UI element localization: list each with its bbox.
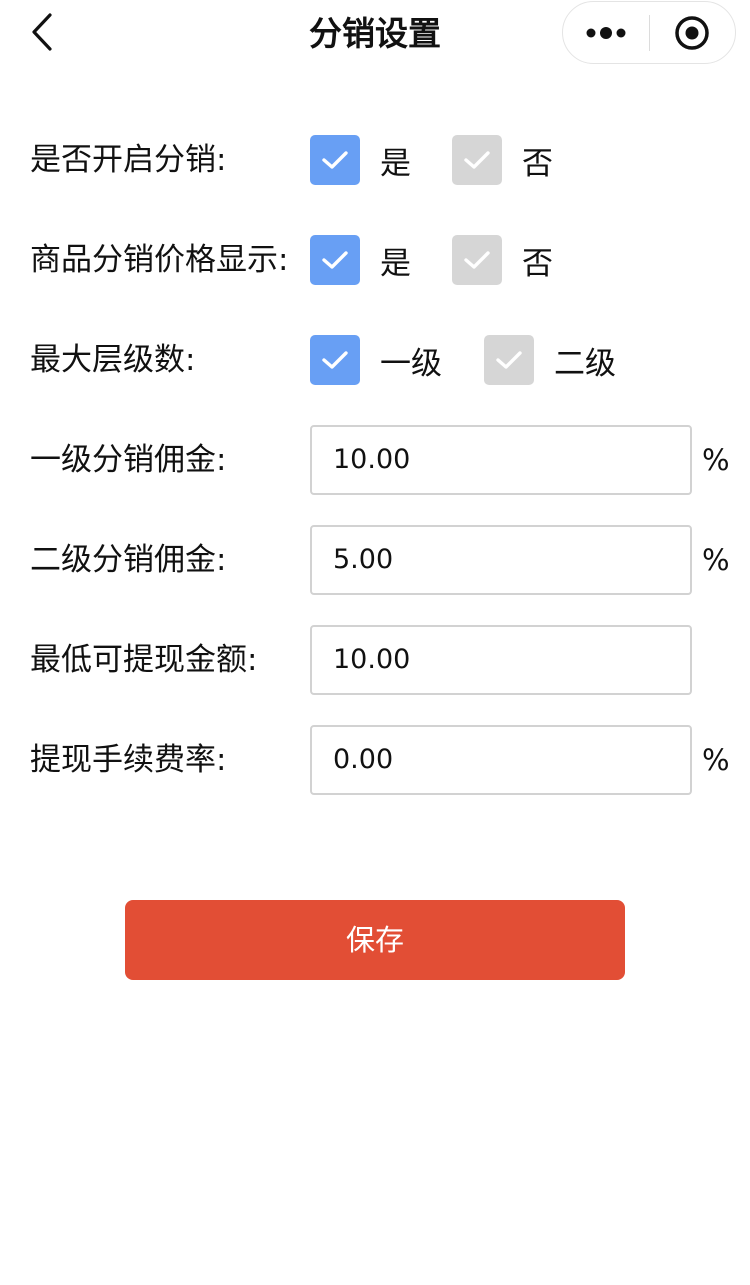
show-price-label: 商品分销价格显示: <box>30 242 289 278</box>
option-label: 是 <box>380 245 411 282</box>
close-button[interactable] <box>650 2 736 63</box>
max-level-two-option[interactable]: 二级 <box>484 325 616 395</box>
option-label: 一级 <box>380 345 442 382</box>
percent-unit: % <box>702 743 730 777</box>
checked-checkbox[interactable] <box>310 235 360 285</box>
level1-commission-row: 一级分销佣金: 10.00 % <box>0 425 750 495</box>
level1-commission-input[interactable]: 10.00 <box>310 425 692 495</box>
unchecked-checkbox[interactable] <box>452 235 502 285</box>
check-icon <box>464 151 490 169</box>
checked-checkbox[interactable] <box>310 135 360 185</box>
show-price-row: 商品分销价格显示: 是 否 <box>0 225 750 295</box>
checked-checkbox[interactable] <box>310 335 360 385</box>
withdraw-fee-input[interactable]: 0.00 <box>310 725 692 795</box>
option-label: 否 <box>522 245 553 282</box>
withdraw-fee-row: 提现手续费率: 0.00 % <box>0 725 750 795</box>
withdraw-fee-label: 提现手续费率: <box>30 742 227 778</box>
level1-commission-label: 一级分销佣金: <box>30 442 227 478</box>
mini-program-capsule <box>562 1 736 64</box>
enable-distribution-no-option[interactable]: 否 <box>452 125 553 195</box>
check-icon <box>496 351 522 369</box>
navbar: 分销设置 <box>0 0 750 66</box>
show-price-no-option[interactable]: 否 <box>452 225 553 295</box>
unchecked-checkbox[interactable] <box>484 335 534 385</box>
check-icon <box>464 251 490 269</box>
min-withdraw-row: 最低可提现金额: 10.00 <box>0 625 750 695</box>
save-button[interactable]: 保存 <box>125 900 625 980</box>
option-label: 二级 <box>554 345 616 382</box>
enable-distribution-label: 是否开启分销: <box>30 142 227 178</box>
check-icon <box>322 351 348 369</box>
enable-distribution-row: 是否开启分销: 是 否 <box>0 125 750 195</box>
max-level-label: 最大层级数: <box>30 342 196 378</box>
unchecked-checkbox[interactable] <box>452 135 502 185</box>
max-level-row: 最大层级数: 一级 二级 <box>0 325 750 395</box>
max-level-one-option[interactable]: 一级 <box>310 325 442 395</box>
level2-commission-row: 二级分销佣金: 5.00 % <box>0 525 750 595</box>
show-price-yes-option[interactable]: 是 <box>310 225 411 295</box>
level2-commission-input[interactable]: 5.00 <box>310 525 692 595</box>
check-icon <box>322 251 348 269</box>
more-button[interactable] <box>563 2 649 63</box>
min-withdraw-input[interactable]: 10.00 <box>310 625 692 695</box>
percent-unit: % <box>702 543 730 577</box>
percent-unit: % <box>702 443 730 477</box>
level2-commission-label: 二级分销佣金: <box>30 542 227 578</box>
check-icon <box>322 151 348 169</box>
option-label: 是 <box>380 145 411 182</box>
option-label: 否 <box>522 145 553 182</box>
target-close-icon <box>675 15 709 50</box>
min-withdraw-label: 最低可提现金额: <box>30 642 258 678</box>
enable-distribution-yes-option[interactable]: 是 <box>310 125 411 195</box>
more-dots-icon <box>586 26 626 39</box>
